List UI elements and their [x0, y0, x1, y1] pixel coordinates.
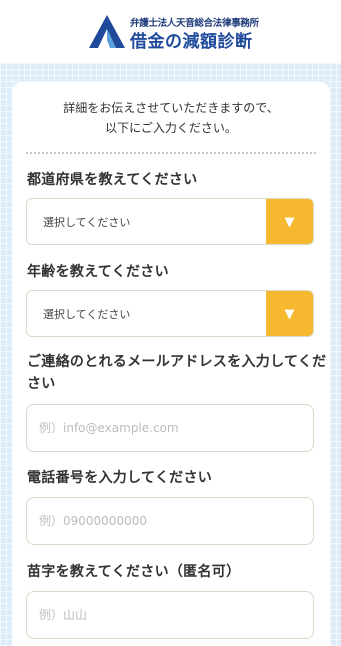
- intro-text: 詳細をお伝えさせていただきますので、 以下にご入力ください。: [12, 98, 330, 138]
- age-label: 年齢を教えてください: [27, 264, 169, 280]
- logo-a-mark-icon: [89, 15, 125, 48]
- site-header: 弁護士法人天音総合法律事務所 借金の減額診断: [0, 0, 341, 63]
- age-selected-value: 選択してください: [43, 308, 131, 321]
- intro-line-1: 詳細をお伝えさせていただきますので、: [63, 101, 279, 115]
- prefecture-selected-value: 選択してください: [43, 216, 131, 229]
- age-select[interactable]: 選択してください ▼: [26, 290, 314, 337]
- prefecture-select[interactable]: 選択してください ▼: [26, 198, 314, 245]
- surname-label: 苗字を教えてください（匿名可）: [27, 564, 241, 580]
- triangle-down-icon: ▼: [284, 307, 295, 322]
- surname-field[interactable]: [26, 591, 314, 639]
- intro-line-2: 以下にご入力ください。: [105, 121, 237, 135]
- triangle-down-icon: ▼: [284, 215, 295, 230]
- site-title: 借金の減額診断: [130, 32, 253, 52]
- phone-label: 電話番号を入力してください: [27, 470, 213, 486]
- email-label: ご連絡のとれるメールアドレスを入力してください: [27, 354, 327, 392]
- email-field[interactable]: [26, 404, 314, 452]
- phone-field[interactable]: [26, 497, 314, 545]
- prefecture-dropdown-arrow[interactable]: ▼: [266, 199, 313, 244]
- dotted-divider: [26, 152, 316, 154]
- prefecture-label: 都道府県を教えてください: [27, 172, 198, 188]
- age-dropdown-arrow[interactable]: ▼: [266, 291, 313, 336]
